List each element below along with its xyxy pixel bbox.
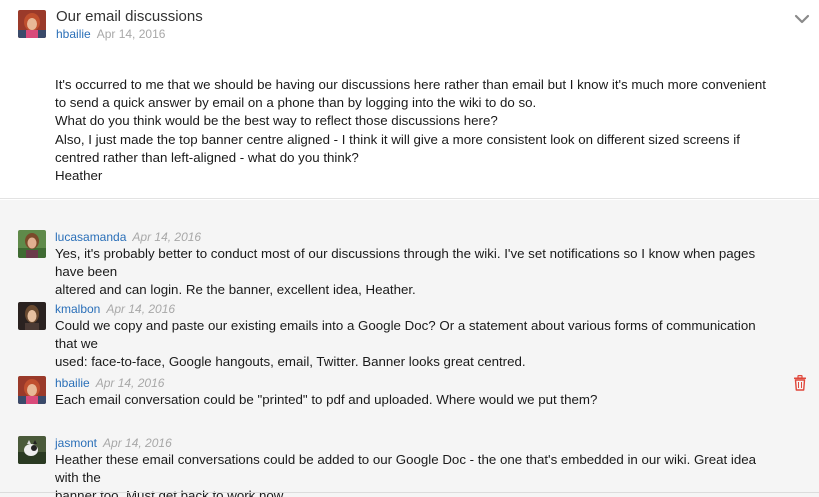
reply-text: Could we copy and paste our existing ema… — [55, 317, 780, 371]
avatar-hbailie-image — [18, 376, 46, 404]
post-meta: hbailie Apr 14, 2016 — [56, 27, 165, 41]
avatar[interactable] — [18, 376, 46, 404]
post-body-line: It's occurred to me that we should be ha… — [55, 77, 766, 92]
thread-title: Our email discussions — [56, 8, 203, 25]
reply-date: Apr 14, 2016 — [106, 302, 176, 316]
reply-text-line: altered and can login. Re the banner, ex… — [55, 282, 416, 297]
reply-text: Each email conversation could be "printe… — [55, 391, 780, 409]
reply-date: Apr 14, 2016 — [95, 376, 165, 390]
avatar-lucasamanda-image — [18, 230, 46, 258]
author-link[interactable]: jasmont — [55, 436, 97, 450]
avatar-kmalbon-image — [18, 302, 46, 330]
post-body-line: to send a quick answer by email on a pho… — [55, 95, 537, 111]
reply-text: Heather these email conversations could … — [55, 451, 780, 497]
avatar[interactable] — [18, 10, 46, 38]
avatar[interactable] — [18, 436, 46, 464]
reply-text-line: Heather these email conversations could … — [55, 452, 757, 485]
post-body-line: centred rather than left-aligned - what … — [55, 149, 359, 165]
chevron-down-icon[interactable] — [792, 11, 812, 27]
reply-meta: lucasamanda Apr 14, 2016 — [55, 230, 201, 244]
reply-text-line: Yes, it's probably better to conduct mos… — [55, 246, 756, 279]
avatar-jasmont-image — [18, 436, 46, 464]
avatar-hbailie-image — [18, 10, 46, 38]
reply-meta: hbailie Apr 14, 2016 — [55, 376, 164, 390]
post-body: It's occurred to me that we should be ha… — [55, 76, 795, 185]
post-body-line: Also, I just made the top banner centre … — [55, 131, 740, 147]
reply-text-line: used: face-to-face, Google hangouts, ema… — [55, 354, 526, 369]
reply-date: Apr 14, 2016 — [132, 230, 202, 244]
replies-list: lucasamanda Apr 14, 2016 Yes, it's probab… — [0, 200, 819, 497]
post-date: Apr 14, 2016 — [96, 27, 166, 41]
reply-text-line: Could we copy and paste our existing ema… — [55, 318, 756, 351]
post-body-line: What do you think would be the best way … — [55, 113, 498, 129]
trash-icon[interactable] — [793, 375, 807, 391]
thread-post: Our email discussions hbailie Apr 14, 201… — [0, 0, 819, 199]
reply-text-line: Each email conversation could be "printe… — [55, 392, 598, 407]
reply-meta: jasmont Apr 14, 2016 — [55, 436, 172, 450]
reply-date: Apr 14, 2016 — [103, 436, 172, 450]
divider — [0, 492, 819, 493]
post-body-line: Heather — [55, 168, 103, 184]
author-link[interactable]: lucasamanda — [55, 230, 126, 244]
avatar[interactable] — [18, 230, 46, 258]
author-link[interactable]: hbailie — [56, 27, 91, 41]
author-link[interactable]: hbailie — [55, 376, 90, 390]
author-link[interactable]: kmalbon — [55, 302, 100, 316]
reply-meta: kmalbon Apr 14, 2016 — [55, 302, 175, 316]
avatar[interactable] — [18, 302, 46, 330]
reply-text: Yes, it's probably better to conduct mos… — [55, 245, 780, 299]
